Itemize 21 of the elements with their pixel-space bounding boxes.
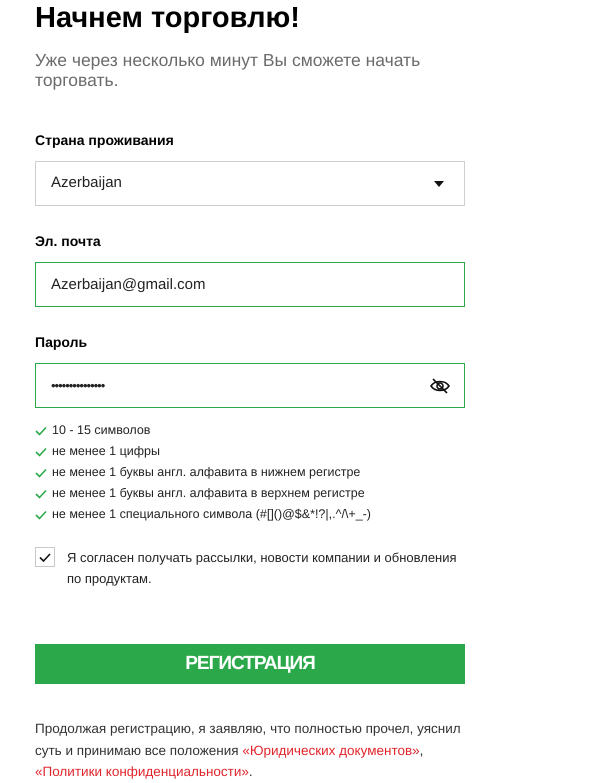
password-field[interactable]: ••••••••••••••• [35,363,465,408]
password-rule: не менее 1 цифры [52,443,160,460]
page-title: Начнем торговлю! [35,1,301,36]
password-rule: не менее 1 буквы англ. алфавита в верхнем регистре [52,485,365,502]
password-rule: не менее 1 буквы англ. алфавита в нижнем регистре [52,464,360,482]
legal-notice: Продолжая регистрацию, я заявляю, что полностью прочел, уяснил суть и принимаю все положения «Юридических документов», «Политики конфиденциальности». [35,720,462,781]
field-label: Страна проживания [35,131,175,150]
caret-icon [434,180,444,186]
consent-text: Я согласен получать рассылки, новости компании и обновления по продуктам. [67,549,458,588]
field-label: Эл. почта [35,232,102,251]
password-rule: не менее 1 специального символа (#[]()@$&*!?|,.^/\+_-) [52,506,371,524]
country-select[interactable]: Azerbaijan [35,161,465,206]
document-link[interactable]: «Политики конфиденциальности» [35,764,249,779]
password-rule: 10 - 15 символов [52,422,150,440]
document-link[interactable]: «Юридических документов» [242,742,420,758]
field-label: Пароль [35,333,88,352]
consent-checkbox[interactable] [35,547,55,567]
checkmark-icon [39,552,51,562]
eye-off-icon[interactable] [430,378,450,394]
email-field[interactable]: Azerbaijan@gmail.com [35,262,465,307]
page-subtitle: Уже через несколько минут Вы сможете начать торговать. [35,50,422,90]
